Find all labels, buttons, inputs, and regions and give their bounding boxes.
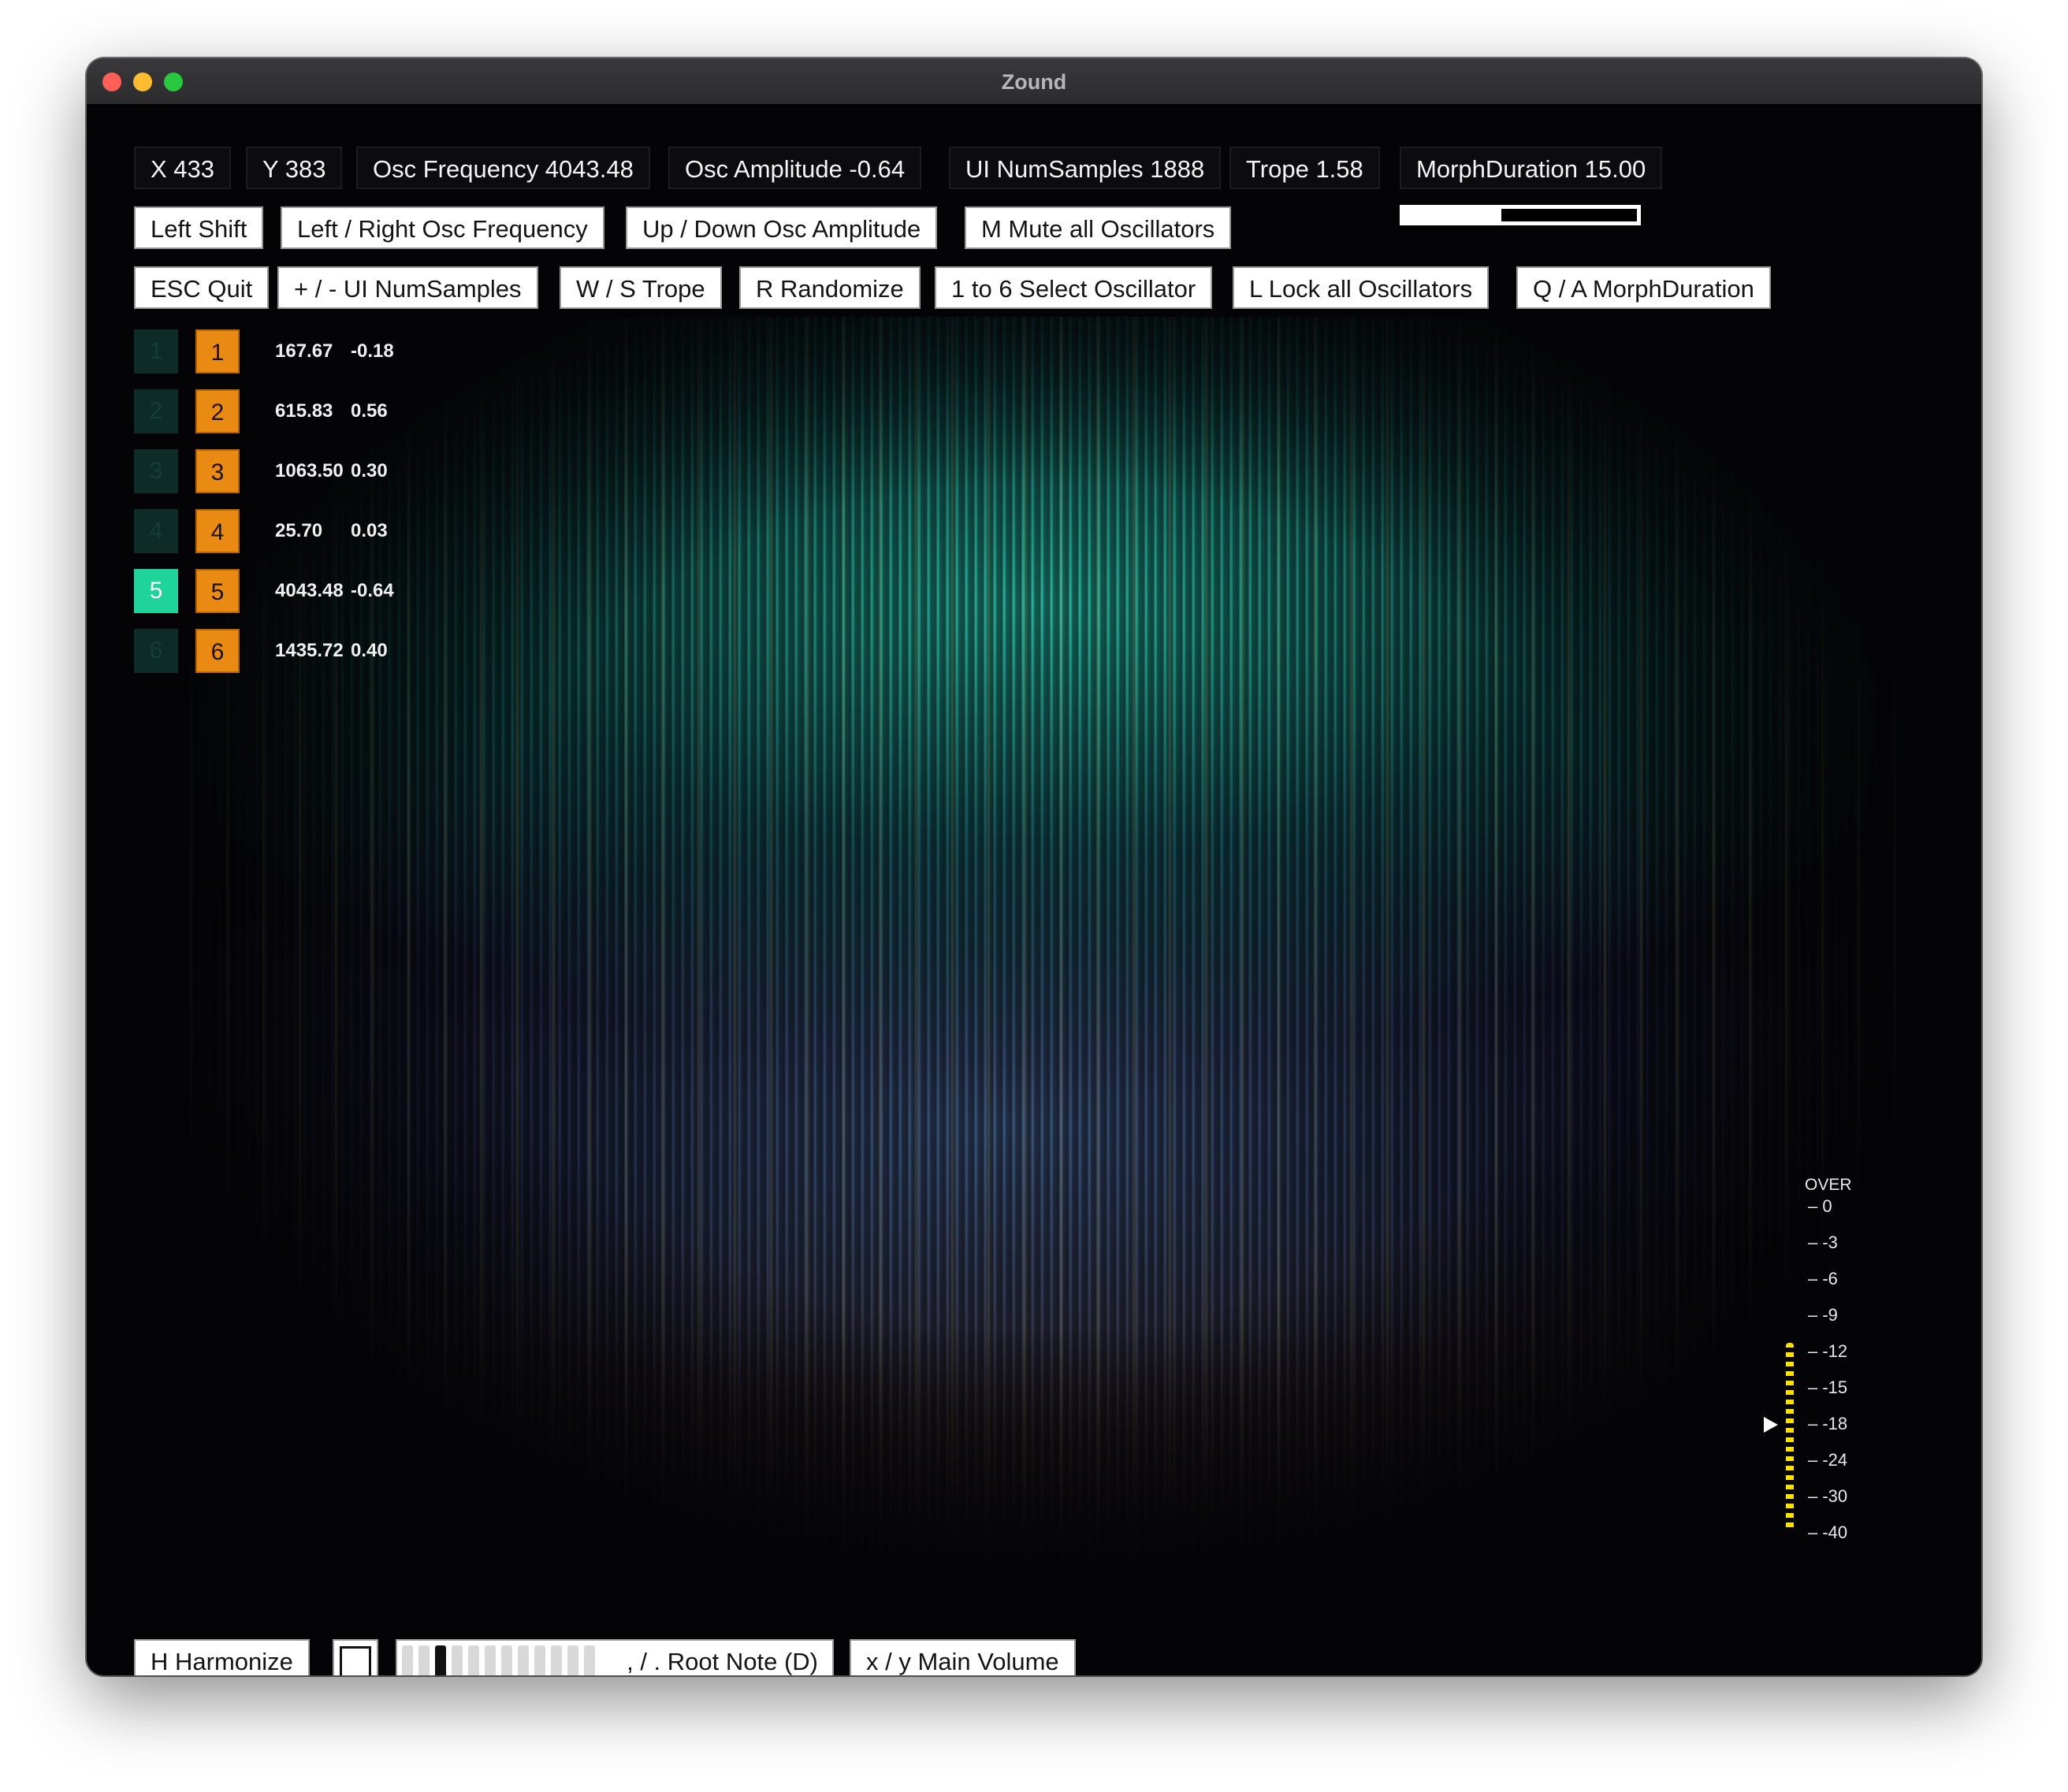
root-note-key[interactable]	[402, 1645, 413, 1675]
harmonize-button[interactable]: H Harmonize	[134, 1639, 310, 1675]
meter-tick: – -24	[1808, 1450, 1848, 1470]
x-readout: X 433	[134, 147, 232, 189]
root-note-key[interactable]	[485, 1645, 496, 1675]
morph-duration-readout: MorphDuration 15.00	[1400, 147, 1663, 189]
harmonize-checkbox[interactable]	[333, 1639, 378, 1675]
meter-tick: – -18	[1808, 1414, 1848, 1433]
oscillator-select-6[interactable]: 6	[134, 629, 178, 673]
oscillator-frequency: 1063.50	[275, 460, 344, 481]
meter-tick: – -6	[1808, 1269, 1838, 1288]
meter-tick: – -9	[1808, 1305, 1838, 1325]
morph-duration-control[interactable]: Q / A MorphDuration	[1516, 266, 1771, 309]
root-note-label: , / . Root Note (D)	[627, 1648, 818, 1675]
canvas-area[interactable]: X 433 Y 383 Osc Frequency 4043.48 Osc Am…	[87, 104, 1981, 1675]
oscillator-values-1: 167.67 -0.18	[275, 329, 394, 374]
oscillator-select-2[interactable]: 2	[134, 389, 178, 433]
lock-all-button[interactable]: L Lock all Oscillators	[1233, 266, 1490, 309]
oscillator-values-2: 615.83 0.56	[275, 389, 388, 433]
quit-button[interactable]: ESC Quit	[134, 266, 270, 309]
oscillator-button-6[interactable]: 6	[195, 629, 240, 673]
oscillator-frequency: 1435.72	[275, 640, 344, 661]
osc-frequency-control[interactable]: Left / Right Osc Frequency	[281, 206, 604, 249]
oscillator-select-3[interactable]: 3	[134, 449, 178, 493]
oscillator-frequency: 4043.48	[275, 580, 344, 601]
meter-tick: – -15	[1808, 1377, 1848, 1397]
select-oscillator-control[interactable]: 1 to 6 Select Oscillator	[935, 266, 1213, 309]
root-note-key[interactable]	[584, 1645, 595, 1675]
oscillator-select-1[interactable]: 1	[134, 329, 178, 374]
meter-level-bar	[1786, 1343, 1794, 1532]
oscillator-values-3: 1063.50 0.30	[275, 449, 388, 493]
waveform-visualization	[158, 317, 1923, 1625]
trope-readout: Trope 1.58	[1229, 147, 1380, 189]
oscillator-amplitude: 0.40	[351, 640, 388, 661]
oscillator-button-2[interactable]: 2	[195, 389, 240, 433]
mute-all-button[interactable]: M Mute all Oscillators	[965, 206, 1232, 249]
oscillator-button-5[interactable]: 5	[195, 569, 240, 613]
oscillator-select-5[interactable]: 5	[134, 569, 178, 613]
meter-level-pointer-icon	[1764, 1417, 1778, 1433]
left-shift-button[interactable]: Left Shift	[134, 206, 264, 249]
meter-tick: – 0	[1808, 1196, 1832, 1216]
oscillator-frequency: 167.67	[275, 340, 333, 362]
root-note-key[interactable]	[567, 1645, 578, 1675]
oscillator-values-6: 1435.72 0.40	[275, 629, 388, 673]
root-note-selector[interactable]: , / . Root Note (D)	[396, 1639, 834, 1675]
oscillator-button-3[interactable]: 3	[195, 449, 240, 493]
oscillator-values-4: 25.70 0.03	[275, 509, 388, 553]
root-note-key[interactable]	[435, 1645, 446, 1675]
oscillator-select-4[interactable]: 4	[134, 509, 178, 553]
window-title: Zound	[1001, 70, 1067, 94]
oscillator-values-5: 4043.48 -0.64	[275, 569, 394, 613]
root-note-key[interactable]	[551, 1645, 562, 1675]
osc-amplitude-readout: Osc Amplitude -0.64	[668, 147, 922, 189]
morph-progress-bar	[1400, 205, 1641, 225]
oscillator-amplitude: 0.56	[351, 400, 388, 422]
numsamples-control[interactable]: + / - UI NumSamples	[277, 266, 538, 309]
oscillator-amplitude: -0.18	[351, 340, 394, 362]
root-note-key[interactable]	[518, 1645, 529, 1675]
root-note-key[interactable]	[418, 1645, 430, 1675]
root-note-key[interactable]	[534, 1645, 545, 1675]
root-note-keys[interactable]	[402, 1645, 607, 1675]
title-bar: Zound	[87, 58, 1981, 106]
main-volume-control[interactable]: x / y Main Volume	[850, 1639, 1076, 1675]
app-window: Zound X 433 Y 383 Osc Frequency 4043.48 …	[87, 58, 1981, 1675]
oscillator-frequency: 615.83	[275, 400, 333, 422]
root-note-key[interactable]	[468, 1645, 479, 1675]
root-note-key[interactable]	[501, 1645, 512, 1675]
randomize-button[interactable]: R Randomize	[739, 266, 921, 309]
meter-tick: – -3	[1808, 1232, 1838, 1252]
oscillator-amplitude: 0.03	[351, 520, 388, 541]
oscillator-amplitude: -0.64	[351, 580, 394, 601]
meter-tick: – -30	[1808, 1486, 1848, 1506]
trope-control[interactable]: W / S Trope	[560, 266, 722, 309]
osc-frequency-readout: Osc Frequency 4043.48	[356, 147, 650, 189]
y-readout: Y 383	[246, 147, 343, 189]
oscillator-amplitude: 0.30	[351, 460, 388, 481]
oscillator-button-1[interactable]: 1	[195, 329, 240, 374]
root-note-key[interactable]	[452, 1645, 463, 1675]
oscillator-button-4[interactable]: 4	[195, 509, 240, 553]
meter-tick: – -12	[1808, 1341, 1848, 1361]
meter-over-label: OVER	[1805, 1176, 1852, 1194]
ui-numsamples-readout: UI NumSamples 1888	[949, 147, 1222, 189]
osc-amplitude-control[interactable]: Up / Down Osc Amplitude	[626, 206, 938, 249]
oscillator-frequency: 25.70	[275, 520, 323, 541]
meter-tick: – -40	[1808, 1522, 1848, 1542]
